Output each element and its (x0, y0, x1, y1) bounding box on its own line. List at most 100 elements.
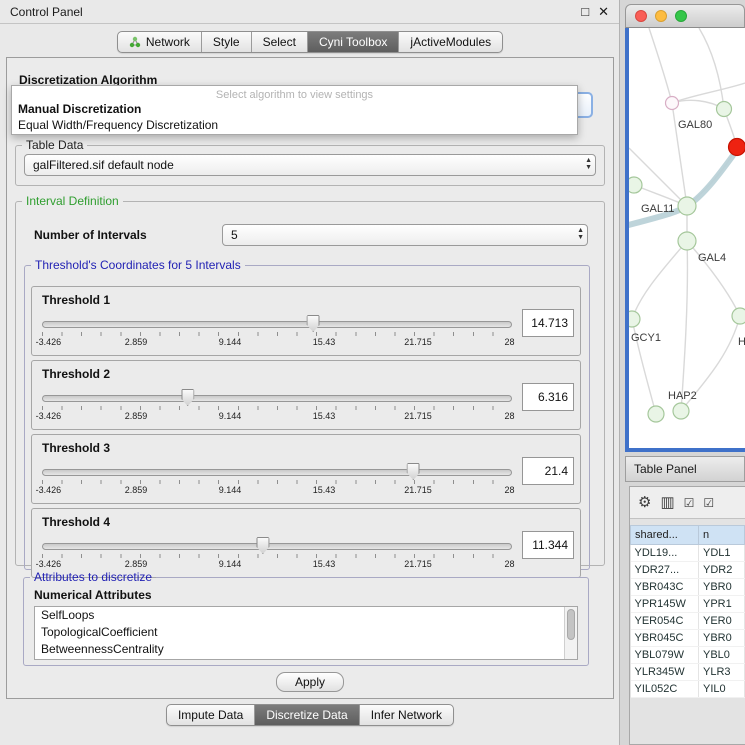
threshold-4-label: Threshold 4 (42, 515, 110, 529)
tab-network-label: Network (146, 35, 190, 49)
node[interactable] (666, 97, 679, 110)
slider-track[interactable] (42, 321, 512, 328)
tab-infer-network-label: Infer Network (371, 708, 442, 722)
threshold-1-label: Threshold 1 (42, 293, 110, 307)
column-header-shared-name[interactable]: shared... (631, 526, 699, 545)
tab-discretize-data[interactable]: Discretize Data (255, 705, 359, 725)
table-data-selected-value: galFiltered.sif default node (33, 158, 174, 172)
bottom-tab-group: Impute Data Discretize Data Infer Networ… (166, 704, 454, 726)
slider-thumb[interactable] (256, 537, 269, 554)
slider-thumb[interactable] (307, 315, 320, 332)
top-tab-group: Network Style Select Cyni Toolbox jActiv… (117, 31, 503, 53)
threshold-3-panel: Threshold 3 -3.426 2.859 9.144 15.43 21.… (31, 434, 581, 504)
node[interactable] (648, 406, 664, 422)
slider-scale: -3.426 2.859 9.144 15.43 21.715 28 (42, 411, 512, 422)
slider-track[interactable] (42, 543, 512, 550)
screen: Control Panel □ ✕ Network (0, 0, 745, 745)
threshold-4-value[interactable]: 11.344 (522, 531, 574, 559)
threshold-1-slider: -3.426 2.859 9.144 15.43 21.715 28 (42, 315, 512, 349)
number-of-intervals-combo[interactable]: 5 ▲▼ (222, 224, 588, 246)
selected-node[interactable] (729, 139, 745, 156)
tab-style[interactable]: Style (202, 32, 252, 52)
tab-infer-network[interactable]: Infer Network (360, 705, 453, 725)
table-row[interactable]: YBR045CYBR0 (631, 630, 745, 647)
threshold-4-slider: -3.426 2.859 9.144 15.43 21.715 28 (42, 537, 512, 571)
network-icon (129, 36, 141, 48)
node-gcy1[interactable] (629, 311, 640, 327)
table-row[interactable]: YBR043CYBR0 (631, 579, 745, 596)
slider-ticks (42, 554, 512, 558)
table-row[interactable]: YPR145WYPR1 (631, 596, 745, 613)
slider-ticks (42, 406, 512, 410)
table-row[interactable]: YER054CYER0 (631, 613, 745, 630)
slider-scale: -3.426 2.859 9.144 15.43 21.715 28 (42, 337, 512, 348)
columns-icon[interactable]: ▥ (660, 495, 674, 510)
option-equal-width-frequency[interactable]: Equal Width/Frequency Discretization (12, 117, 577, 133)
clear-selection-icon[interactable]: ☑ (703, 497, 714, 509)
tab-style-label: Style (213, 35, 240, 49)
slider-track[interactable] (42, 469, 512, 476)
tab-jactivemodules[interactable]: jActiveModules (399, 32, 502, 52)
tab-select-label: Select (263, 35, 296, 49)
node-hap2[interactable] (673, 403, 689, 419)
slider-thumb[interactable] (181, 389, 194, 406)
scrollbar-thumb[interactable] (567, 609, 575, 640)
tab-impute-data[interactable]: Impute Data (167, 705, 255, 725)
bottom-tab-bar: Impute Data Discretize Data Infer Networ… (0, 704, 620, 726)
slider-track[interactable] (42, 395, 512, 402)
close-icon[interactable]: ✕ (598, 5, 609, 18)
node[interactable] (732, 308, 745, 324)
column-header-name[interactable]: n (699, 526, 745, 545)
network-canvas[interactable]: GAL80 GAL11 GAL4 GCY1 HAP2 H (629, 28, 745, 448)
slider-thumb[interactable] (407, 463, 420, 480)
threshold-2-label: Threshold 2 (42, 367, 110, 381)
float-window-icon[interactable]: □ (581, 5, 589, 18)
interval-definition-group: Interval Definition Number of Intervals … (15, 194, 605, 566)
gear-icon[interactable]: ⚙ (638, 495, 651, 510)
tab-cyni-toolbox[interactable]: Cyni Toolbox (308, 32, 399, 52)
table-row[interactable]: YIL052CYIL0 (631, 681, 745, 698)
list-item[interactable]: BetweennessCentrality (35, 641, 577, 658)
number-of-intervals-label: Number of Intervals (34, 228, 147, 242)
node-gal11[interactable] (678, 197, 696, 215)
threshold-4-panel: Threshold 4 -3.426 2.859 9.144 15.43 21.… (31, 508, 581, 578)
threshold-1-value[interactable]: 14.713 (522, 309, 574, 337)
number-of-intervals-value: 5 (231, 228, 238, 242)
apply-button[interactable]: Apply (276, 672, 344, 692)
top-tab-bar: Network Style Select Cyni Toolbox jActiv… (0, 31, 620, 53)
node-gal4[interactable] (678, 232, 696, 250)
table-row[interactable]: YDR27...YDR2 (631, 562, 745, 579)
tab-network[interactable]: Network (118, 32, 202, 52)
list-item[interactable]: TopologicalCoefficient (35, 624, 577, 641)
table-data-combo[interactable]: galFiltered.sif default node ▲▼ (24, 154, 596, 176)
algorithm-placeholder-option[interactable]: Select algorithm to view settings (12, 89, 577, 101)
attributes-list-scrollbar[interactable] (564, 607, 577, 659)
network-view-window: GAL80 GAL11 GAL4 GCY1 HAP2 H (625, 4, 745, 452)
tab-select[interactable]: Select (252, 32, 308, 52)
node[interactable] (629, 177, 642, 193)
table-row[interactable]: YBL079WYBL0 (631, 647, 745, 664)
thresholds-group: Threshold's Coordinates for 5 Intervals … (24, 258, 590, 570)
node-label: GAL11 (641, 203, 674, 215)
minimize-traffic-light[interactable] (655, 10, 667, 22)
slider-scale: -3.426 2.859 9.144 15.43 21.715 28 (42, 559, 512, 570)
list-item[interactable]: SelfLoops (35, 607, 577, 624)
close-traffic-light[interactable] (635, 10, 647, 22)
table-row[interactable]: YLR345WYLR3 (631, 664, 745, 681)
zoom-traffic-light[interactable] (675, 10, 687, 22)
node-label: GAL4 (698, 252, 726, 264)
attributes-group-title: Attributes to discretize (30, 570, 156, 584)
table-row[interactable]: YDL19...YDL1 (631, 545, 745, 562)
node-label: HAP2 (668, 390, 697, 402)
threshold-1-panel: Threshold 1 -3.426 2.859 9.144 15.43 21.… (31, 286, 581, 356)
threshold-3-value[interactable]: 21.4 (522, 457, 574, 485)
threshold-2-value[interactable]: 6.316 (522, 383, 574, 411)
select-rows-icon[interactable]: ☑ (684, 497, 695, 509)
cyni-toolbox-panel: Discretization Algorithm Select algorith… (6, 57, 614, 699)
combo-arrows-icon: ▲▼ (585, 157, 592, 171)
table-header-row: shared... n (631, 526, 745, 545)
network-window-titlebar (625, 4, 745, 28)
option-manual-discretization[interactable]: Manual Discretization (12, 101, 577, 117)
node[interactable] (717, 102, 732, 117)
tab-jactivemodules-label: jActiveModules (410, 35, 491, 49)
